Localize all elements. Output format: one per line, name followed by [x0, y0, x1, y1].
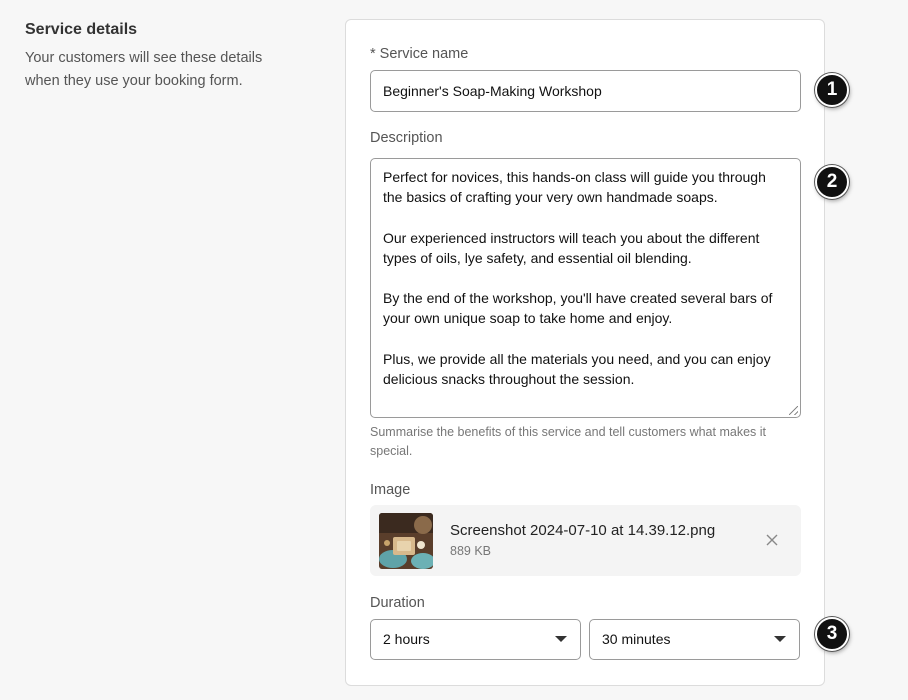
duration-minutes-value: 30 minutes: [602, 631, 671, 647]
service-details-card: * Service name Description Perfect for n…: [345, 19, 825, 686]
duration-hours-value: 2 hours: [383, 631, 430, 647]
resize-handle[interactable]: [789, 406, 798, 415]
description-label: Description: [370, 130, 443, 146]
image-file-size: 889 KB: [450, 544, 492, 558]
service-name-label: * Service name: [370, 46, 469, 62]
image-attachment: Screenshot 2024-07-10 at 14.39.12.png 88…: [370, 505, 801, 576]
description-textarea[interactable]: Perfect for novices, this hands-on class…: [370, 158, 801, 418]
description-paragraph: Plus, we provide all the materials you n…: [383, 350, 771, 387]
chevron-down-icon: [555, 636, 567, 642]
duration-minutes-select[interactable]: 30 minutes: [589, 619, 800, 660]
page: Service details Your customers will see …: [0, 0, 908, 700]
chevron-down-icon: [774, 636, 786, 642]
description-paragraph: Perfect for novices, this hands-on class…: [383, 169, 766, 206]
section-title: Service details: [25, 21, 138, 38]
duration-hours-select[interactable]: 2 hours: [370, 619, 581, 660]
annotation-marker-1: 1: [815, 73, 849, 107]
image-label: Image: [370, 482, 411, 498]
image-thumbnail: [379, 513, 433, 569]
section-description: Your customers will see these details wh…: [25, 50, 263, 89]
image-file-name: Screenshot 2024-07-10 at 14.39.12.png: [450, 522, 716, 539]
description-hint: Summarise the benefits of this service a…: [370, 425, 766, 458]
description-paragraph: By the end of the workshop, you'll have …: [383, 290, 773, 327]
annotation-marker-3: 3: [815, 617, 849, 651]
duration-label: Duration: [370, 595, 425, 611]
description-paragraph: Our experienced instructors will teach y…: [383, 229, 760, 266]
annotation-marker-2: 2: [815, 165, 849, 199]
close-icon[interactable]: [763, 531, 781, 549]
service-name-input[interactable]: [370, 70, 801, 112]
section-intro: Service details Your customers will see …: [25, 20, 285, 92]
